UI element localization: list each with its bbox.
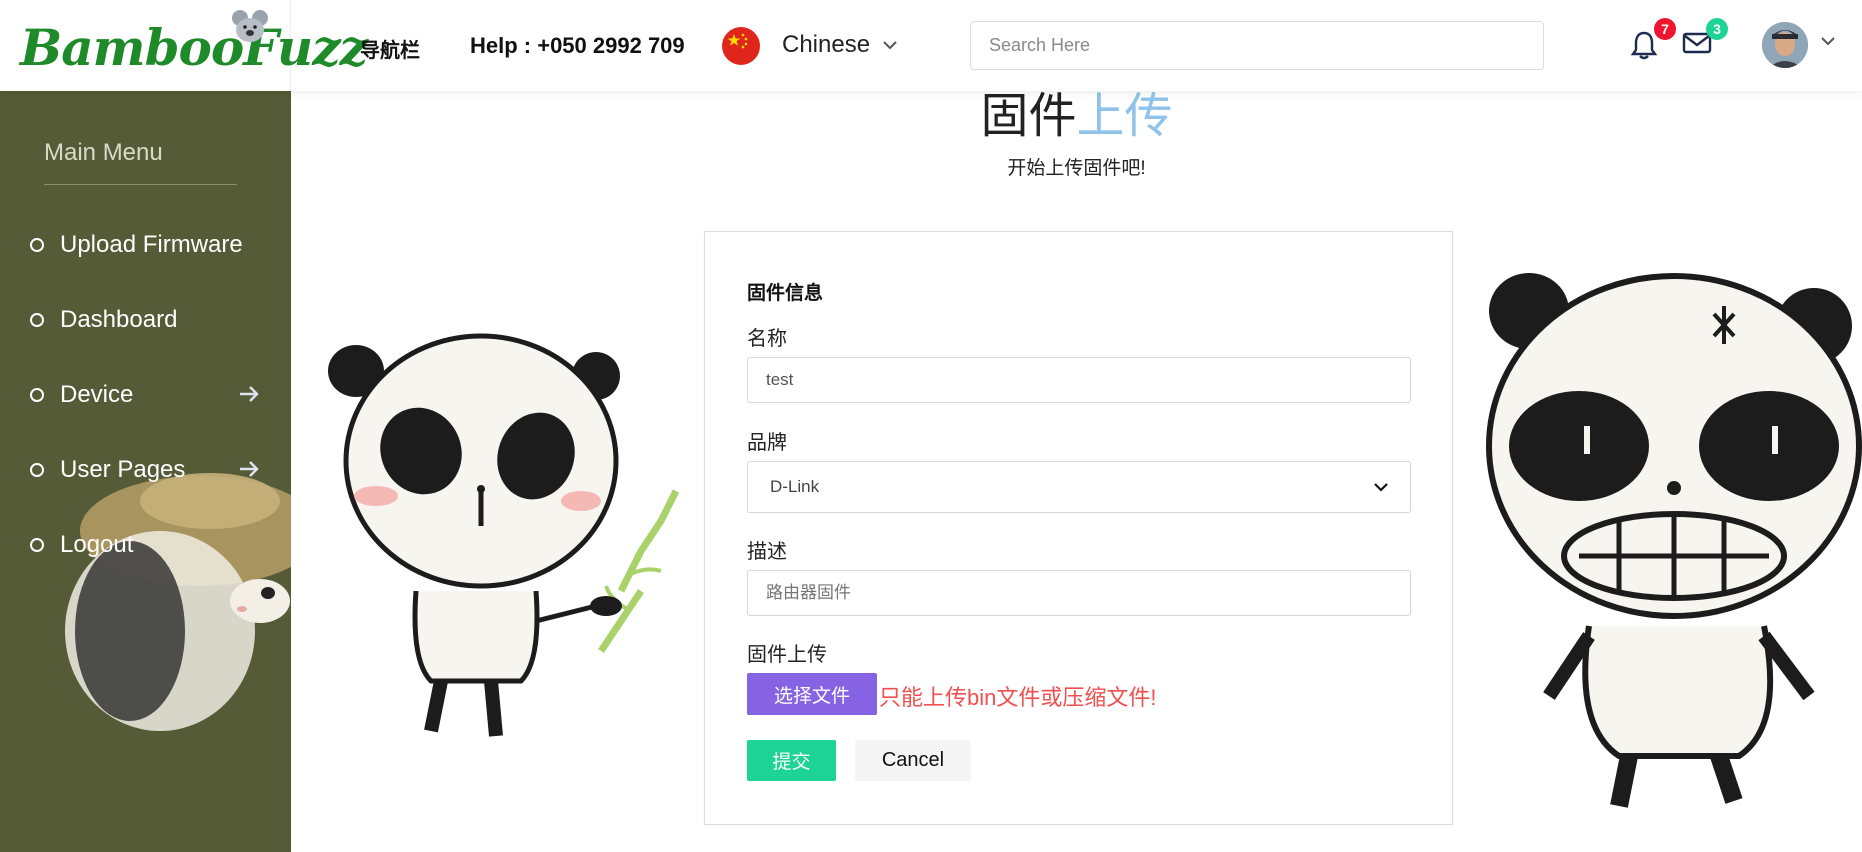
china-flag-icon [722, 27, 760, 65]
firmware-form-card: 固件信息 名称 品牌 D-Link 描述 固件上传 选择文件 只能上传bin文件… [704, 231, 1453, 825]
chevron-down-icon [883, 41, 897, 50]
top-navbar: BambooFuzz 导航栏 Help : +050 2992 709 Chin… [0, 0, 1862, 91]
cancel-button[interactable]: Cancel [855, 740, 971, 781]
main-menu-title: Main Menu [44, 139, 163, 166]
firmware-upload-label: 固件上传 [747, 644, 827, 666]
submit-button[interactable]: 提交 [747, 740, 836, 781]
name-input[interactable] [747, 357, 1411, 403]
avatar[interactable] [1762, 22, 1808, 68]
description-label: 描述 [747, 541, 787, 563]
language-label: Chinese [782, 31, 871, 58]
menu-divider [44, 184, 237, 185]
main-content: 固件上传 开始上传固件吧! 固件信息 名称 test 品牌 D-Link 描述 … [291, 91, 1862, 852]
logo[interactable]: BambooFuzz [0, 0, 368, 91]
circle-icon [30, 313, 44, 327]
name-label: 名称 [747, 328, 787, 350]
circle-icon [30, 538, 44, 552]
arrow-right-icon [240, 386, 259, 402]
bell-icon [1630, 31, 1658, 60]
nav-label[interactable]: 导航栏 [360, 34, 420, 63]
panda-illustration-right [1486, 273, 1862, 808]
page-title: 固件上传 [291, 91, 1862, 146]
chevron-down-icon [1374, 482, 1388, 492]
sidebar-item-user-pages[interactable]: User Pages [30, 453, 260, 487]
notifications-button[interactable]: 7 [1630, 18, 1676, 62]
messages-button[interactable]: 3 [1682, 18, 1728, 62]
sidebar-item-label: Upload Firmware [60, 231, 243, 258]
choose-file-button[interactable]: 选择文件 [747, 673, 877, 715]
form-heading: 固件信息 [747, 283, 824, 304]
logo-text: BambooFuzz [20, 18, 368, 77]
sidebar-item-label: Device [60, 381, 134, 408]
help-phone: Help : +050 2992 709 [470, 33, 685, 58]
brand-select[interactable]: D-Link [747, 461, 1411, 513]
panda-hat-illustration [65, 473, 291, 731]
arrow-right-icon [240, 461, 259, 477]
upload-hint: 只能上传bin文件或压缩文件! [879, 685, 1157, 710]
sidebar-item-logout[interactable]: Logout [30, 528, 260, 562]
page-subtitle: 开始上传固件吧! [1007, 158, 1146, 179]
notifications-badge: 7 [1654, 18, 1676, 40]
panda-illustration-left [328, 333, 680, 737]
brand-select-value: D-Link [770, 477, 820, 496]
koala-icon [232, 10, 268, 42]
circle-icon [30, 463, 44, 477]
sidebar-item-label: Logout [60, 531, 134, 558]
brand-label: 品牌 [747, 432, 787, 454]
sidebar: Main Menu Upload Firmware Dashboard Devi… [0, 91, 291, 852]
sidebar-item-dashboard[interactable]: Dashboard [30, 303, 260, 337]
sidebar-item-device[interactable]: Device [30, 378, 260, 412]
circle-icon [30, 388, 44, 402]
circle-icon [30, 238, 44, 252]
search-input[interactable] [970, 21, 1544, 70]
sidebar-item-label: Dashboard [60, 306, 178, 333]
description-input[interactable] [747, 570, 1411, 616]
messages-badge: 3 [1706, 18, 1728, 40]
language-dropdown[interactable]: Chinese [782, 31, 898, 59]
chevron-down-icon[interactable] [1820, 36, 1836, 46]
page-title-part2: 上传 [1076, 91, 1173, 143]
page-title-part1: 固件 [980, 91, 1077, 143]
sidebar-item-label: User Pages [60, 456, 186, 483]
user-avatar-icon [1762, 22, 1808, 68]
sidebar-item-upload-firmware[interactable]: Upload Firmware [30, 228, 260, 262]
